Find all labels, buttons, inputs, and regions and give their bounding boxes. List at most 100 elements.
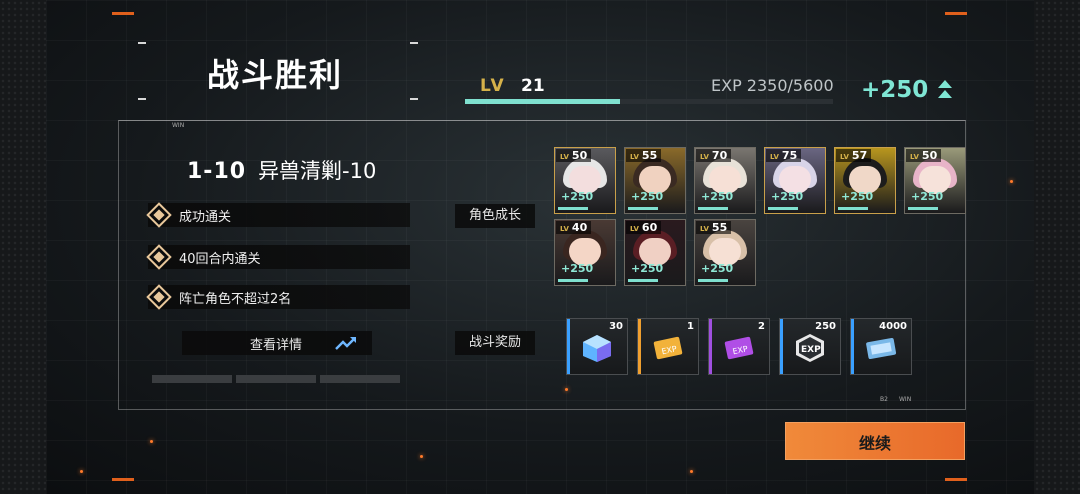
reward-count: 250 bbox=[815, 321, 836, 332]
svg-text:EXP: EXP bbox=[801, 345, 821, 355]
character-card[interactable]: LV 50 +250 bbox=[554, 147, 616, 214]
reward-count: 2 bbox=[758, 321, 765, 332]
character-exp-bar bbox=[698, 279, 728, 282]
character-exp-gain: +250 bbox=[631, 262, 664, 275]
objective-complete-icon bbox=[146, 284, 172, 310]
character-card[interactable]: LV 60 +250 bbox=[624, 219, 686, 286]
page-title: 战斗胜利 bbox=[207, 56, 344, 94]
view-details-button[interactable]: 查看详情 bbox=[182, 331, 372, 355]
reward-count: 1 bbox=[687, 321, 694, 332]
trend-arrow-icon bbox=[335, 337, 356, 350]
character-card[interactable]: LV 75 +250 bbox=[764, 147, 826, 214]
character-exp-bar bbox=[628, 207, 658, 210]
character-level: LV 57 bbox=[836, 149, 872, 162]
continue-label: 继续 bbox=[858, 434, 891, 453]
character-level: LV 50 bbox=[556, 149, 592, 162]
character-level: LV 40 bbox=[556, 221, 592, 234]
character-level: LV 55 bbox=[696, 221, 732, 234]
currency-ticket-icon bbox=[865, 333, 897, 363]
objective-item: 阵亡角色不超过2名 bbox=[146, 284, 410, 310]
frame-tag-win-small: WIN bbox=[899, 396, 912, 403]
character-card[interactable]: LV 70 +250 bbox=[694, 147, 756, 214]
character-exp-gain: +250 bbox=[561, 262, 594, 275]
reward-item[interactable]: 250 EXP bbox=[779, 318, 841, 375]
ember-particle bbox=[565, 388, 568, 391]
character-level-value: 55 bbox=[711, 221, 728, 234]
character-exp-gain: +250 bbox=[911, 190, 944, 203]
objective-label: 成功通关 bbox=[179, 210, 232, 225]
character-card[interactable]: LV 40 +250 bbox=[554, 219, 616, 286]
character-level-value: 40 bbox=[571, 221, 588, 234]
character-exp-gain: +250 bbox=[701, 190, 734, 203]
right-side-panel bbox=[1034, 0, 1080, 494]
left-side-panel bbox=[0, 0, 46, 494]
progress-segment bbox=[152, 375, 232, 383]
reward-item[interactable]: 4000 bbox=[850, 318, 912, 375]
character-exp-bar bbox=[768, 207, 798, 210]
ember-particle bbox=[150, 440, 153, 443]
character-exp-gain: +250 bbox=[701, 262, 734, 275]
reward-item[interactable]: 1 EXP bbox=[637, 318, 699, 375]
ember-particle bbox=[80, 470, 83, 473]
level-up-arrow-icon bbox=[938, 80, 952, 98]
character-level: LV 75 bbox=[766, 149, 802, 162]
reward-rarity-strip bbox=[780, 319, 783, 374]
character-exp-bar bbox=[698, 207, 728, 210]
character-card[interactable]: LV 55 +250 bbox=[624, 147, 686, 214]
corner-accent bbox=[112, 12, 134, 15]
continue-button[interactable]: 继续 bbox=[785, 422, 965, 460]
reward-item[interactable]: 2 EXP bbox=[708, 318, 770, 375]
character-exp-gain: +250 bbox=[561, 190, 594, 203]
corner-mark bbox=[138, 98, 146, 100]
corner-accent bbox=[945, 12, 967, 15]
corner-mark bbox=[138, 42, 146, 44]
character-card[interactable]: LV 55 +250 bbox=[694, 219, 756, 286]
exp-ticket-gold-icon: EXP bbox=[652, 333, 684, 363]
character-level-value: 55 bbox=[641, 149, 658, 162]
character-exp-bar bbox=[838, 207, 868, 210]
player-exp-bar bbox=[465, 99, 833, 104]
character-exp-gain: +250 bbox=[841, 190, 874, 203]
player-exp-bar-fill bbox=[465, 99, 620, 104]
character-level-value: 57 bbox=[851, 149, 868, 162]
character-level-value: 50 bbox=[571, 149, 588, 162]
character-level: LV 50 bbox=[906, 149, 942, 162]
exp-ticket-purple-icon: EXP bbox=[723, 333, 755, 363]
character-card[interactable]: LV 57 +250 bbox=[834, 147, 896, 214]
ember-particle bbox=[1010, 180, 1013, 183]
character-exp-bar bbox=[628, 279, 658, 282]
player-level-value: 21 bbox=[521, 76, 545, 96]
character-exp-gain: +250 bbox=[771, 190, 804, 203]
stage-title: 1-10 异兽清剿-10 bbox=[187, 155, 376, 185]
reward-rarity-strip bbox=[851, 319, 854, 374]
battle-rewards-label: 战斗奖励 bbox=[455, 331, 535, 355]
exp-badge-icon: EXP bbox=[794, 333, 826, 363]
reward-item[interactable]: 30 bbox=[566, 318, 628, 375]
corner-mark bbox=[410, 42, 418, 44]
progress-segment bbox=[320, 375, 400, 383]
ember-particle bbox=[690, 470, 693, 473]
reward-rarity-strip bbox=[567, 319, 570, 374]
crystal-cube-icon bbox=[581, 333, 613, 363]
character-level: LV 55 bbox=[626, 149, 662, 162]
corner-accent bbox=[112, 478, 134, 481]
reward-count: 30 bbox=[609, 321, 623, 332]
reward-rarity-strip bbox=[638, 319, 641, 374]
objective-label: 40回合内通关 bbox=[179, 252, 261, 267]
character-level: LV 70 bbox=[696, 149, 732, 162]
frame-tag-code: B2 bbox=[880, 396, 888, 403]
corner-accent bbox=[945, 478, 967, 481]
character-level-value: 70 bbox=[711, 149, 728, 162]
stage-code: 1-10 bbox=[187, 159, 247, 184]
character-growth-label: 角色成长 bbox=[455, 204, 535, 228]
corner-mark bbox=[410, 98, 418, 100]
objective-item: 成功通关 bbox=[146, 202, 410, 228]
player-exp-gain: +250 bbox=[861, 77, 929, 103]
reward-rarity-strip bbox=[709, 319, 712, 374]
character-card[interactable]: LV 50 +250 bbox=[904, 147, 966, 214]
character-level: LV 60 bbox=[626, 221, 662, 234]
objective-item: 40回合内通关 bbox=[146, 244, 410, 270]
objective-complete-icon bbox=[146, 244, 172, 270]
character-level-value: 60 bbox=[641, 221, 658, 234]
view-details-label: 查看详情 bbox=[250, 338, 303, 353]
